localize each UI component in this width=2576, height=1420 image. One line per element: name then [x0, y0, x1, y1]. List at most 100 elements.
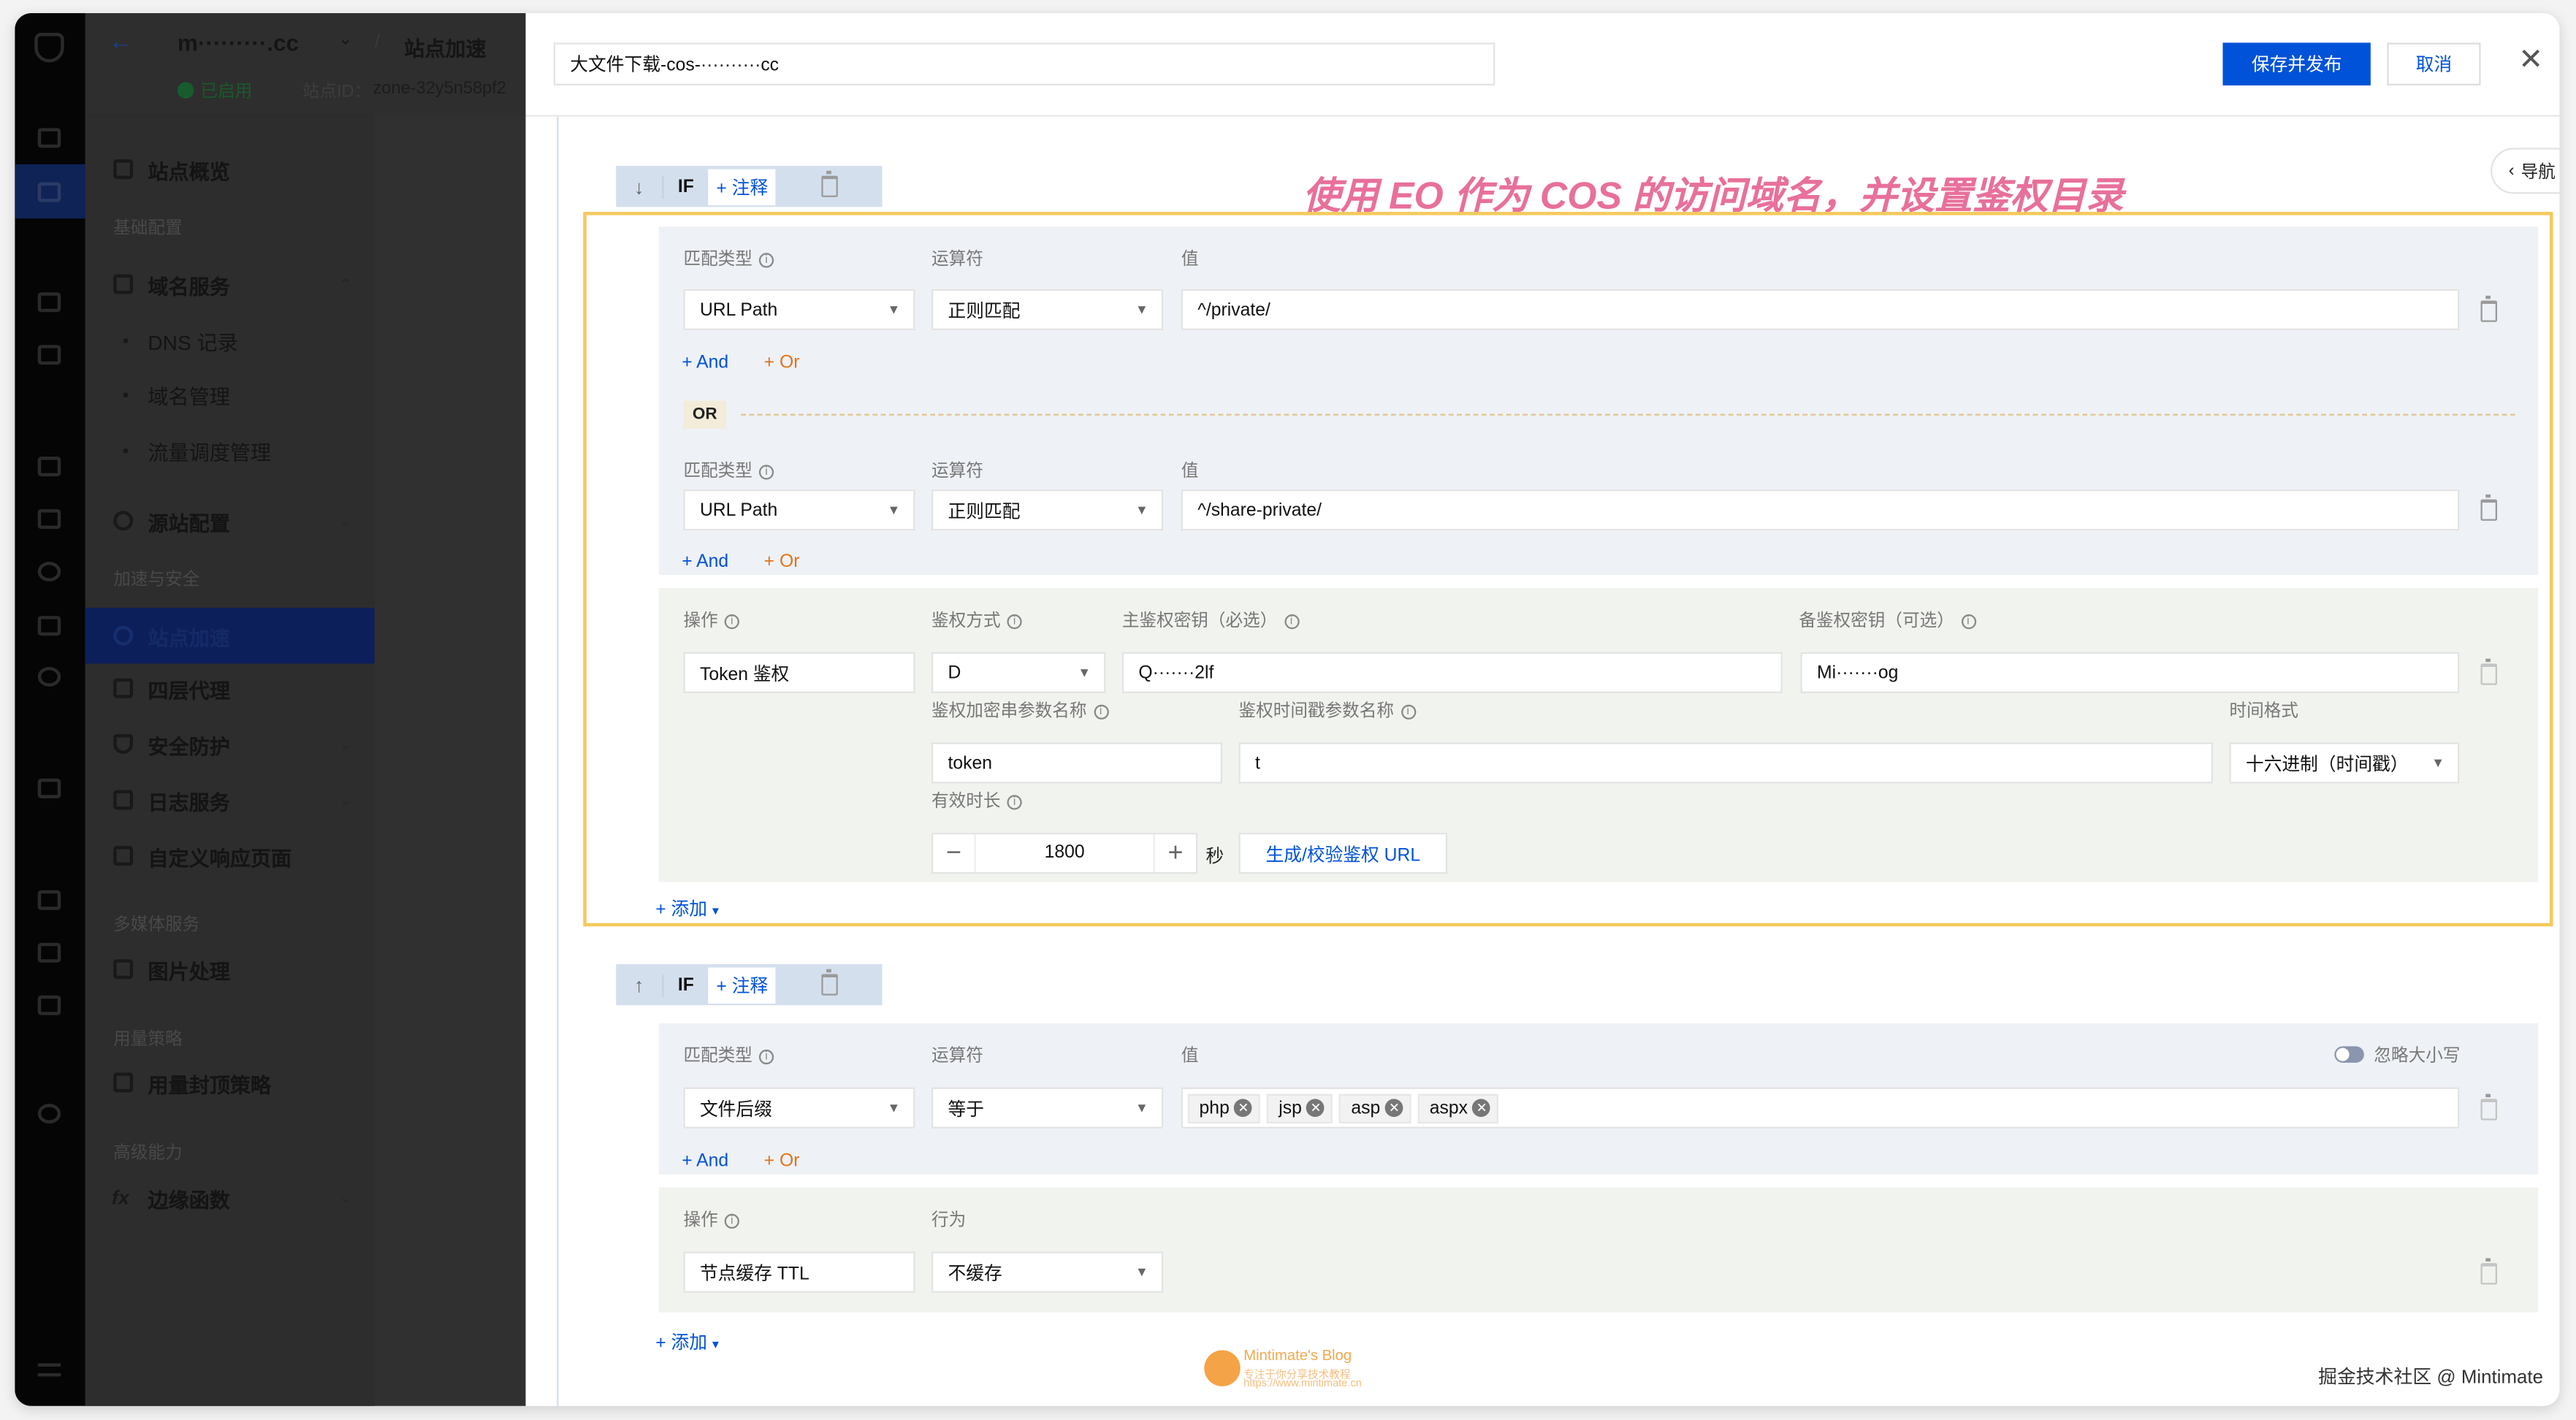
- sidebar-item-domain-service[interactable]: 域名服务 ⌃: [85, 259, 375, 308]
- storage-icon[interactable]: [37, 995, 61, 1015]
- sidebar-item-acceleration[interactable]: 站点加速: [85, 608, 375, 664]
- sidebar-item-traffic[interactable]: 流量调度管理: [85, 425, 375, 474]
- add-or-button[interactable]: + Or: [764, 353, 800, 373]
- chevron-down-icon[interactable]: ⌄: [338, 31, 352, 50]
- operator-select[interactable]: 正则匹配: [931, 489, 1164, 531]
- sidebar-item-origin[interactable]: 源站配置 ⌄: [85, 496, 375, 545]
- move-up-icon[interactable]: ↑: [616, 973, 664, 996]
- rule-1-action: 操作 i 鉴权方式 i 主鉴权密钥（必选） i 备鉴权密钥（可选） i Token 鉴权…: [658, 588, 2539, 882]
- rule-editor-drawer: 大文件下载-cos-··········cc 保存并发布 取消 ✕ ‹ 导航 ↓ …: [525, 12, 2560, 1406]
- match-type-select[interactable]: URL Path: [683, 489, 915, 531]
- sidebar-item-overview[interactable]: 站点概览: [85, 145, 375, 194]
- download-icon[interactable]: [37, 509, 61, 530]
- value-label: 值: [1181, 461, 1199, 481]
- value-tag: aspx ✕: [1418, 1093, 1499, 1123]
- collapse-menu-icon[interactable]: [37, 1363, 61, 1377]
- backup-key-input[interactable]: Mi·······og: [1800, 652, 2460, 693]
- delete-rule-icon[interactable]: [822, 969, 839, 996]
- time-param-input[interactable]: t: [1238, 742, 2213, 784]
- sidebar-item-logs[interactable]: 日志服务 ⌄: [85, 775, 375, 824]
- chevron-down-icon: ⌄: [339, 1188, 352, 1205]
- sidebar-item-custom-page[interactable]: 自定义响应页面: [85, 831, 375, 880]
- shield-icon[interactable]: [37, 345, 61, 365]
- operator-select[interactable]: 等于: [931, 1087, 1164, 1129]
- mail-icon[interactable]: [37, 778, 61, 798]
- close-icon[interactable]: ✕: [2518, 42, 2543, 77]
- remove-tag-icon[interactable]: ✕: [1234, 1099, 1253, 1118]
- add-button[interactable]: + 添加 ▾: [655, 1329, 719, 1355]
- increment-button[interactable]: +: [1153, 834, 1196, 873]
- sign-param-input[interactable]: token: [931, 742, 1223, 784]
- add-and-button[interactable]: + And: [682, 353, 728, 373]
- delete-action-icon[interactable]: [2480, 1258, 2498, 1285]
- match-type-select[interactable]: URL Path: [683, 289, 915, 330]
- watermark-blog: Mintimate's Blog: [1243, 1346, 1352, 1364]
- sidebar-item-dns[interactable]: DNS 记录: [85, 316, 375, 364]
- add-and-button[interactable]: + And: [682, 1151, 728, 1171]
- grid-icon[interactable]: [37, 128, 61, 148]
- primary-key-input[interactable]: Q·······2lf: [1121, 652, 1783, 693]
- sidebar-item-security[interactable]: 安全防护 ⌄: [85, 719, 375, 768]
- action-input[interactable]: 节点缓存 TTL: [683, 1251, 915, 1293]
- sidebar-item-edge-function[interactable]: fx 边缘函数 ⌄: [85, 1173, 375, 1222]
- info-icon: i: [758, 464, 774, 479]
- add-or-button[interactable]: + Or: [764, 1151, 800, 1171]
- rule-name-input[interactable]: 大文件下载-cos-··········cc: [553, 42, 1495, 85]
- search-icon[interactable]: [37, 666, 61, 687]
- value-input[interactable]: ^/share-private/: [1181, 489, 2460, 531]
- sidebar-item-domain-manage[interactable]: 域名管理: [85, 370, 375, 419]
- value-label: 值: [1181, 1046, 1199, 1066]
- match-type-label: 匹配类型 i: [683, 1043, 774, 1068]
- remove-tag-icon[interactable]: ✕: [1472, 1099, 1491, 1118]
- delete-action-icon[interactable]: [2480, 658, 2498, 685]
- ip-icon[interactable]: [37, 616, 61, 636]
- image-icon[interactable]: [37, 942, 61, 963]
- add-comment-button[interactable]: + 注释: [708, 966, 777, 1003]
- delete-condition-icon[interactable]: [2480, 295, 2498, 322]
- move-down-icon[interactable]: ↓: [616, 175, 664, 198]
- add-button[interactable]: + 添加 ▾: [655, 896, 719, 922]
- remove-tag-icon[interactable]: ✕: [1385, 1099, 1403, 1118]
- auth-type-select[interactable]: D: [931, 652, 1106, 693]
- sidebar-item-usage-cap[interactable]: 用量封顶策略: [85, 1058, 375, 1107]
- remove-tag-icon[interactable]: ✕: [1306, 1099, 1325, 1118]
- ttl-input[interactable]: 1800: [976, 834, 1154, 872]
- time-format-select[interactable]: 十六进制（时间戳）: [2229, 742, 2460, 784]
- site-header: ← m·········.cc ⌄ / 站点加速 已启用 站点ID： zone-…: [85, 12, 526, 115]
- bullet: [123, 392, 129, 398]
- ttl-label: 有效时长 i: [931, 788, 1022, 813]
- action-input[interactable]: Token 鉴权: [683, 652, 915, 693]
- save-publish-button[interactable]: 保存并发布: [2222, 42, 2371, 85]
- page-icon: [113, 846, 134, 866]
- delete-rule-icon[interactable]: [822, 170, 839, 197]
- tag-input[interactable]: php ✕ jsp ✕ asp ✕ aspx ✕: [1181, 1087, 2460, 1129]
- generate-auth-url-button[interactable]: 生成/校验鉴权 URL: [1238, 833, 1448, 874]
- cancel-button[interactable]: 取消: [2387, 42, 2481, 85]
- screen-icon[interactable]: [37, 457, 61, 477]
- add-and-button[interactable]: + And: [682, 552, 728, 572]
- back-arrow-icon[interactable]: ←: [108, 28, 133, 56]
- server-icon[interactable]: [37, 890, 61, 910]
- site-name[interactable]: m·········.cc: [178, 29, 299, 56]
- list-icon[interactable]: [37, 182, 61, 202]
- nav-toggle-button[interactable]: ‹ 导航: [2491, 148, 2560, 194]
- operator-select[interactable]: 正则匹配: [931, 289, 1164, 330]
- image-icon: [113, 959, 134, 980]
- behavior-select[interactable]: 不缓存: [931, 1251, 1164, 1293]
- add-comment-button[interactable]: + 注释: [708, 168, 777, 205]
- time-param-label: 鉴权时间戳参数名称 i: [1239, 698, 1416, 723]
- match-type-select[interactable]: 文件后缀: [683, 1087, 915, 1129]
- function-icon[interactable]: [37, 1104, 61, 1124]
- monitor-icon[interactable]: [37, 292, 61, 313]
- decrement-button[interactable]: −: [933, 834, 976, 873]
- ignore-case-toggle[interactable]: [2334, 1046, 2364, 1063]
- value-input[interactable]: ^/private/: [1181, 289, 2460, 330]
- proxy-icon: [113, 678, 134, 698]
- delete-condition-icon[interactable]: [2480, 494, 2498, 521]
- add-or-button[interactable]: + Or: [764, 552, 800, 572]
- sidebar-item-l4-proxy[interactable]: 四层代理: [85, 663, 375, 712]
- delete-condition-icon[interactable]: [2480, 1093, 2498, 1121]
- rule-1-conditions: 匹配类型i 运算符 值 URL Path 正则匹配 ^/private/ + A…: [658, 226, 2539, 576]
- sidebar-item-image[interactable]: 图片处理: [85, 944, 375, 993]
- pulse-icon[interactable]: [37, 562, 61, 582]
